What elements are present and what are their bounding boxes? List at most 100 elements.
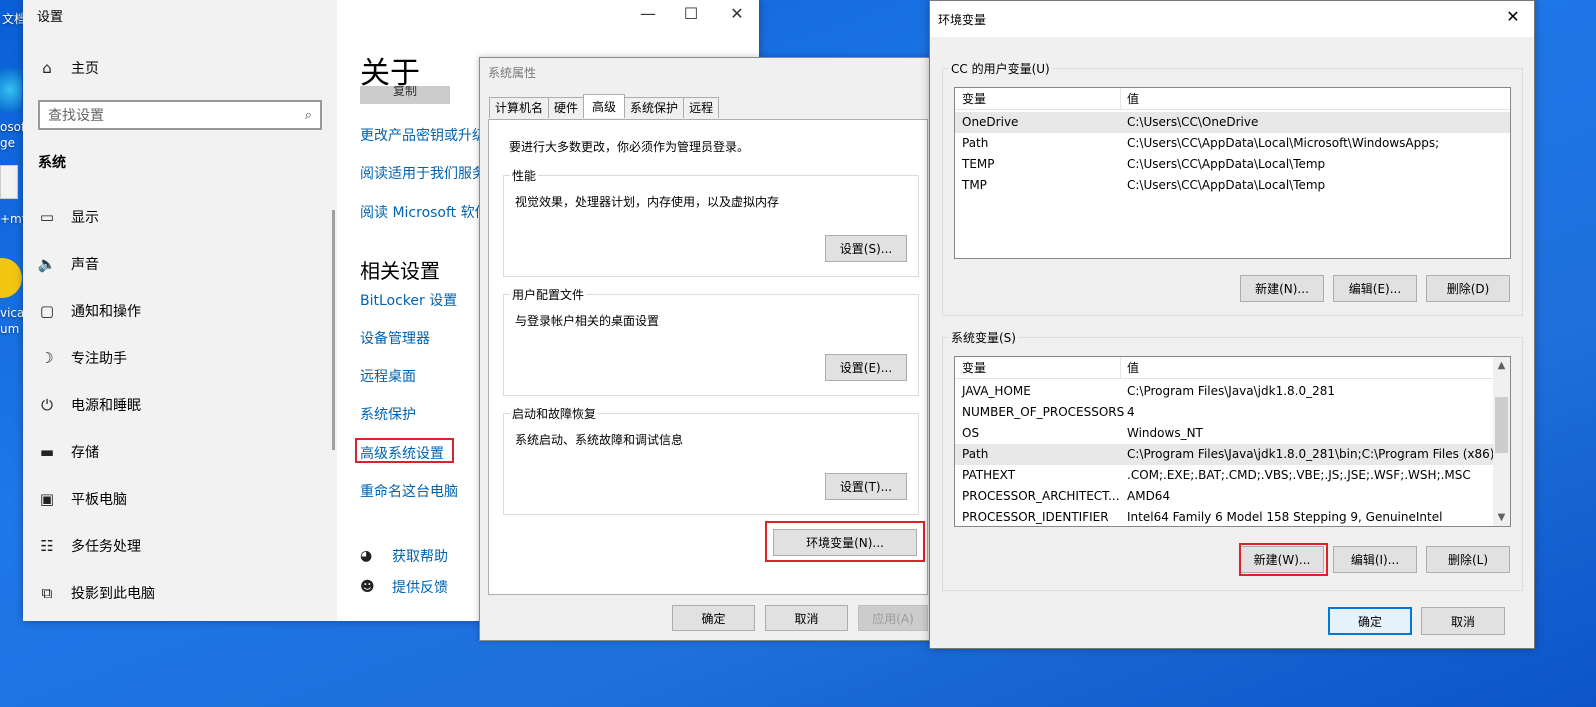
nav-label: 投影到此电脑 [71,586,155,602]
home-icon: ⌂ [42,59,52,77]
table-row[interactable]: JAVA_HOME C:\Program Files\Java\jdk1.8.0… [955,381,1510,402]
nav-multitask[interactable]: ☷ 多任务处理 [37,531,141,561]
column-separator[interactable] [1120,357,1121,379]
col-value[interactable]: 值 [1127,88,1139,110]
file-icon[interactable] [0,165,18,199]
close-button[interactable]: ✕ [1498,7,1528,26]
feedback-row[interactable]: ☻ 提供反馈 [360,577,448,597]
group-label: 用户配置文件 [510,286,587,303]
nav-label: 显示 [71,210,99,226]
user-new-button[interactable]: 新建(N)... [1240,275,1324,302]
link-device-manager[interactable]: 设备管理器 [360,328,430,348]
list-header: 变量 值 [955,88,1510,110]
group-label: 启动和故障恢复 [510,405,599,422]
link-product-key[interactable]: 更改产品密钥或升级 [360,125,486,145]
user-edit-button[interactable]: 编辑(E)... [1333,275,1417,302]
var-name: PATHEXT [962,468,1016,482]
group-user-profiles: 用户配置文件 与登录帐户相关的桌面设置 设置(E)... [503,286,919,396]
col-variable[interactable]: 变量 [962,88,986,110]
tab-hardware[interactable]: 硬件 [548,97,585,118]
edge-icon[interactable] [0,60,22,120]
nav-label: 存储 [71,445,99,461]
column-separator[interactable] [1120,88,1121,110]
feedback-label: 提供反馈 [392,580,448,596]
system-delete-button[interactable]: 删除(L) [1426,546,1510,573]
ok-button[interactable]: 确定 [1328,607,1412,635]
help-row[interactable]: ◕ 获取帮助 [360,546,448,566]
nav-focus[interactable]: ☽ 专注助手 [37,343,127,373]
link-services-agreement[interactable]: 阅读适用于我们服务 [360,163,486,183]
nav-display[interactable]: ▭ 显示 [37,202,99,232]
performance-settings-button[interactable]: 设置(S)... [825,235,907,262]
table-row[interactable]: Path C:\Users\CC\AppData\Local\Microsoft… [955,133,1510,154]
link-bitlocker[interactable]: BitLocker 设置 [360,290,457,310]
table-row[interactable]: PATHEXT .COM;.EXE;.BAT;.CMD;.VBS;.VBE;.J… [955,465,1510,486]
ok-button[interactable]: 确定 [672,605,755,631]
cancel-button[interactable]: 取消 [765,605,848,631]
scroll-up-icon[interactable]: ▲ [1493,357,1510,374]
table-row[interactable]: OneDrive C:\Users\CC\OneDrive [955,112,1510,133]
minimize-button[interactable]: — [626,4,670,23]
var-value: 4 [1127,405,1135,419]
col-value[interactable]: 值 [1127,357,1139,379]
link-remote-desktop[interactable]: 远程桌面 [360,366,416,386]
copy-button[interactable]: 复制 [360,86,450,104]
system-list-scrollbar[interactable]: ▲ ▼ [1493,357,1510,526]
user-delete-button[interactable]: 删除(D) [1426,275,1510,302]
user-profile-settings-button[interactable]: 设置(E)... [825,354,907,381]
storage-icon: ▬ [39,443,55,461]
link-rename-pc[interactable]: 重命名这台电脑 [360,481,458,501]
table-row[interactable]: PROCESSOR_ARCHITECT... AMD64 [955,486,1510,507]
system-edit-button[interactable]: 编辑(I)... [1333,546,1417,573]
startup-settings-button[interactable]: 设置(T)... [825,473,907,500]
close-button[interactable]: ✕ [715,4,759,23]
nav-power[interactable]: ⏻ 电源和睡眠 [37,390,141,420]
var-name: PROCESSOR_IDENTIFIER [962,510,1109,524]
tab-remote[interactable]: 远程 [683,97,720,118]
table-row[interactable]: PROCESSOR_IDENTIFIER Intel64 Family 6 Mo… [955,507,1510,526]
multitask-icon: ☷ [40,537,54,555]
group-label: 性能 [510,167,539,184]
nav-project[interactable]: ⧉ 投影到此电脑 [37,578,155,608]
tab-panel-advanced: 要进行大多数更改，你必须作为管理员登录。 性能 视觉效果，处理器计划，内存使用，… [488,119,928,595]
var-value: C:\Users\CC\AppData\Local\Microsoft\Wind… [1127,136,1440,150]
highlight-box [1239,543,1328,576]
nav-home[interactable]: ⌂ 主页 [37,53,99,83]
app-icon[interactable] [0,258,22,298]
cancel-button[interactable]: 取消 [1421,607,1505,635]
col-variable[interactable]: 变量 [962,357,986,379]
highlight-box [355,438,454,463]
scroll-thumb[interactable] [1495,397,1508,453]
table-row[interactable]: NUMBER_OF_PROCESSORS 4 [955,402,1510,423]
system-variables-list[interactable]: 变量 值 JAVA_HOME C:\Program Files\Java\jdk… [954,356,1511,527]
apply-button[interactable]: 应用(A) [858,605,928,631]
project-icon: ⧉ [41,584,53,602]
link-license-terms[interactable]: 阅读 Microsoft 软件 [360,202,489,222]
related-settings-title: 相关设置 [360,259,440,283]
var-name: Path [962,447,989,461]
maximize-button[interactable]: ☐ [669,4,713,23]
var-value: AMD64 [1127,489,1171,503]
table-row[interactable]: TEMP C:\Users\CC\AppData\Local\Temp [955,154,1510,175]
scroll-down-icon[interactable]: ▼ [1493,509,1510,526]
tab-bar: 计算机名 硬件 高级 系统保护 远程 [489,94,720,118]
table-row[interactable]: OS Windows_NT [955,423,1510,444]
help-icon: ◕ [360,548,373,564]
tab-advanced[interactable]: 高级 [583,94,626,118]
user-variables-list[interactable]: 变量 值 OneDrive C:\Users\CC\OneDrive Path … [954,87,1511,259]
nav-storage[interactable]: ▬ 存储 [37,437,99,467]
sidebar-scrollbar[interactable] [332,210,335,450]
link-system-protection[interactable]: 系统保护 [360,404,416,424]
tab-system-protection[interactable]: 系统保护 [624,97,685,118]
group-startup-recovery: 启动和故障恢复 系统启动、系统故障和调试信息 设置(T)... [503,405,919,515]
tab-computer-name[interactable]: 计算机名 [489,97,550,118]
nav-sound[interactable]: 🔈 声音 [37,249,99,279]
search-input[interactable]: 查找设置 ⌕ [38,100,322,130]
table-row[interactable]: Path C:\Program Files\Java\jdk1.8.0_281\… [955,444,1506,465]
table-row[interactable]: TMP C:\Users\CC\AppData\Local\Temp [955,175,1510,196]
nav-notifications[interactable]: ▢ 通知和操作 [37,296,141,326]
user-variables-label: CC 的用户变量(U) [949,60,1052,77]
title-bar: 环境变量 ✕ [930,1,1534,37]
nav-label: 通知和操作 [71,304,141,320]
nav-tablet[interactable]: ▣ 平板电脑 [37,484,127,514]
